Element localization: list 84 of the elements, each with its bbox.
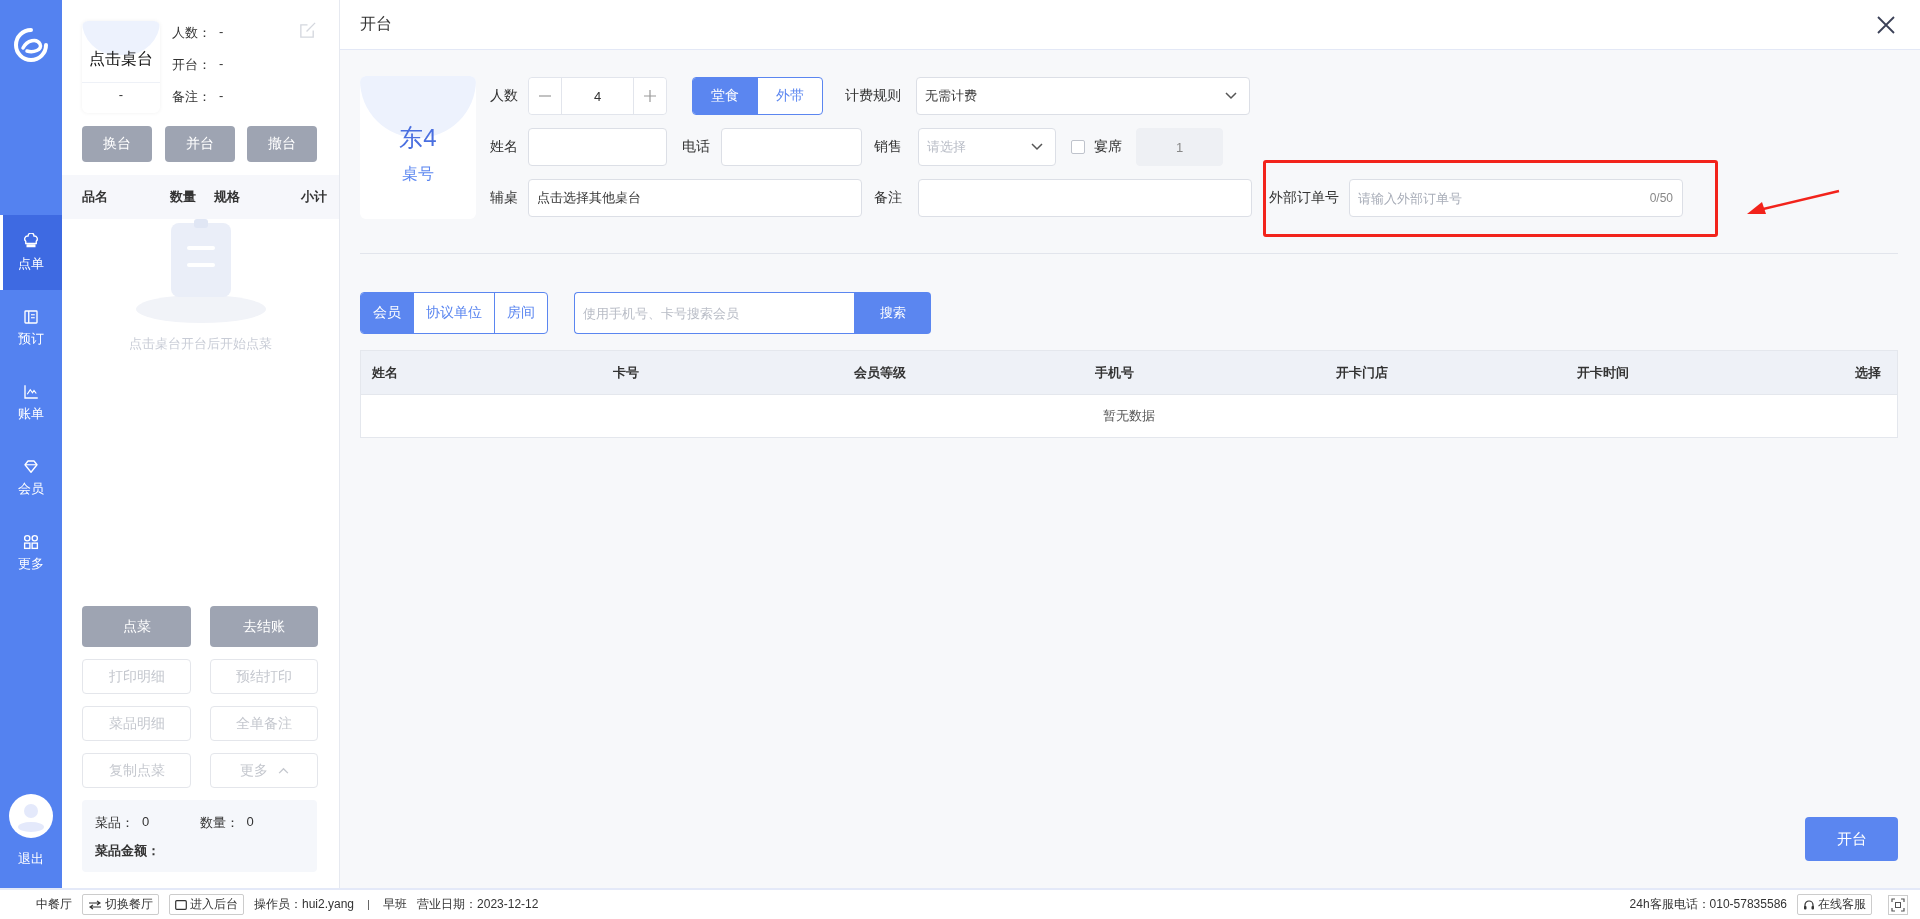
checkbox-label: 宴席 — [1094, 138, 1123, 156]
column-header: 卡号 — [613, 363, 640, 382]
status-text: 中餐厅 — [36, 896, 72, 913]
edit-icon — [298, 21, 317, 40]
select-field[interactable]: 无需计费 — [916, 77, 1250, 115]
input-field[interactable]: 点击选择其他桌台 — [528, 179, 862, 217]
info-value: - — [219, 88, 224, 105]
status-text: 操作员：hui2.yang — [254, 896, 355, 913]
nav-item[interactable]: 更多 — [0, 515, 62, 590]
field-label: 姓名 — [490, 138, 519, 156]
input-field[interactable] — [918, 179, 1252, 217]
search-button[interactable]: 搜索 — [854, 292, 931, 334]
field-label: 外部订单号 — [1269, 189, 1339, 207]
member-tab[interactable]: 会员 — [361, 293, 413, 333]
swap-arrows-icon — [88, 899, 102, 910]
field-label: 备注 — [874, 189, 903, 207]
column-header: 选择 — [1854, 363, 1881, 382]
column-header: 开卡门店 — [1336, 363, 1389, 382]
column-header: 会员等级 — [854, 363, 907, 382]
fullscreen-button[interactable] — [1888, 894, 1908, 915]
column-header: 小计 — [300, 188, 327, 206]
avatar-icon — [9, 794, 53, 838]
table-card[interactable]: 点击桌台 - — [82, 21, 160, 113]
info-value: - — [219, 56, 224, 73]
close-icon — [1876, 14, 1896, 35]
diamond-icon — [22, 457, 40, 476]
column-header: 开卡时间 — [1577, 363, 1630, 382]
column-header: 品名 — [82, 188, 109, 206]
info-label: 人数： — [172, 24, 211, 42]
nav-item[interactable]: 预订 — [0, 290, 62, 365]
nav-item[interactable]: 会员 — [0, 440, 62, 515]
status-text: 24h客服电话：010-57835586 — [1629, 896, 1787, 913]
status-button[interactable]: 在线客服 — [1797, 894, 1872, 915]
table-label: 桌号 — [402, 164, 434, 184]
logo-icon — [14, 28, 48, 62]
table-name: 东4 — [399, 123, 437, 153]
column-header: 姓名 — [372, 363, 399, 382]
info-label: 开台： — [172, 56, 211, 74]
input-field[interactable] — [528, 128, 667, 166]
chevron-down-icon — [1225, 92, 1237, 100]
nav-item[interactable]: 点单 — [0, 215, 62, 290]
book-icon — [22, 307, 40, 326]
table-name: 点击桌台 — [89, 49, 153, 69]
info-label: 备注： — [172, 88, 211, 106]
status-button[interactable]: 切换餐厅 — [82, 894, 159, 915]
summary-value: 0 — [246, 814, 254, 831]
status-text: 营业日期：2023-12-12 — [417, 896, 539, 913]
search-field[interactable]: 使用手机号、卡号搜索会员 — [574, 292, 854, 334]
member-tab[interactable]: 协议单位 — [413, 293, 494, 333]
status-text: 早班 — [383, 896, 408, 913]
caret-up-icon — [277, 767, 289, 774]
summary-value: 0 — [142, 814, 150, 831]
dining-mode-tab[interactable]: 外带 — [757, 78, 822, 114]
headset-icon — [1803, 898, 1815, 911]
summary-total-label: 菜品金额： — [95, 842, 161, 860]
dining-mode-tab[interactable]: 堂食 — [693, 78, 758, 114]
fullscreen-icon — [1891, 897, 1905, 912]
info-value: - — [219, 24, 224, 41]
field-label: 辅桌 — [490, 189, 519, 207]
plus-icon — [644, 90, 656, 102]
field-label: 人数 — [490, 87, 519, 105]
column-header: 规格 — [214, 188, 241, 206]
summary-label: 菜品： — [95, 814, 134, 832]
field-label: 电话 — [682, 138, 711, 156]
open-table-button[interactable]: 开台 — [1805, 817, 1898, 861]
column-header: 手机号 — [1095, 363, 1135, 382]
chevron-down-icon — [1031, 143, 1043, 151]
empty-text: 暂无数据 — [1103, 407, 1155, 425]
summary-label: 数量： — [199, 814, 239, 832]
monitor-icon — [175, 899, 187, 910]
select-field[interactable]: 请选择 — [918, 128, 1056, 166]
member-tab[interactable]: 房间 — [494, 293, 547, 333]
grid-icon — [22, 532, 40, 551]
field-label: 销售 — [874, 138, 903, 156]
input-field[interactable] — [721, 128, 862, 166]
character-counter: 0/50 — [1649, 191, 1673, 205]
nav-item[interactable]: 账单 — [0, 365, 62, 440]
column-header: 数量 — [170, 188, 197, 206]
dialog-title: 开台 — [360, 14, 392, 34]
table-number: - — [82, 82, 160, 102]
chart-icon — [22, 382, 40, 401]
logout-button[interactable]: 退出 — [0, 794, 62, 868]
field-label: 计费规则 — [845, 87, 902, 105]
status-button[interactable]: 进入后台 — [169, 894, 244, 915]
